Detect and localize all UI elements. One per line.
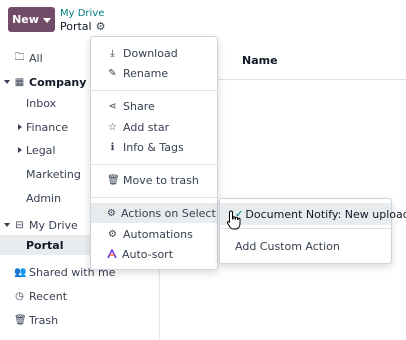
star-icon: ☆	[108, 121, 117, 133]
sidebar-item-label: My Drive	[29, 218, 78, 232]
menu-item-move-to-trash[interactable]: 🗑 Move to trash	[91, 170, 217, 190]
sidebar-item-label: All	[29, 51, 43, 65]
gear-icon: ⚙	[108, 228, 117, 240]
sidebar-item-inbox[interactable]: Inbox	[26, 93, 56, 113]
users-icon: 👥	[14, 266, 27, 278]
trash-icon: 🗑	[14, 314, 27, 326]
sidebar-item-admin[interactable]: Admin	[26, 188, 61, 208]
hdd-icon: ⊟	[15, 219, 24, 231]
building-icon: ▦	[14, 76, 25, 88]
gear-icon[interactable]: ⚙	[96, 20, 106, 33]
sidebar-item-my-drive[interactable]: ⊟ My Drive	[4, 215, 78, 235]
menu-item-label: Share	[123, 99, 155, 113]
top-bar: New My Drive Portal ⚙	[0, 0, 406, 40]
sidebar-item-company[interactable]: ▦ Company	[4, 72, 86, 92]
sidebar-item-label: Trash	[29, 313, 59, 327]
caret-down-icon	[42, 17, 51, 23]
submenu-divider	[220, 228, 391, 229]
folder-icon: 🗀	[14, 51, 25, 63]
menu-item-rename[interactable]: ✎ Rename	[91, 63, 217, 83]
sidebar-item-label: Company	[29, 75, 87, 89]
share-icon: ⋖	[108, 100, 117, 112]
menu-item-label: Automations	[123, 227, 193, 241]
edit-icon: ✎	[108, 67, 117, 79]
sidebar-item-label: Portal	[26, 238, 64, 252]
menu-divider	[91, 164, 217, 165]
breadcrumb-current: Portal ⚙	[60, 20, 105, 33]
menu-item-label: Download	[123, 46, 178, 60]
sidebar-item-label: Legal	[26, 143, 56, 157]
hand-cursor-icon	[226, 210, 242, 230]
menu-item-add-star[interactable]: ☆ Add star	[91, 117, 217, 137]
menu-divider	[91, 90, 217, 91]
submenu-item-label: Add Custom Action	[235, 239, 340, 253]
clock-icon: ◷	[15, 290, 24, 302]
menu-item-label: Info & Tags	[123, 140, 184, 154]
breadcrumb-current-label: Portal	[60, 20, 92, 33]
menu-item-label: Actions on Select	[120, 206, 216, 220]
menu-item-info-tags[interactable]: ℹ Info & Tags	[91, 137, 217, 157]
menu-item-label: Auto-sort	[122, 247, 174, 261]
actions-on-select-submenu: ✓ Document Notify: New upload Add Custom…	[219, 198, 406, 264]
caret-right-icon[interactable]	[18, 124, 22, 130]
menu-item-download[interactable]: ⤓ Download	[91, 43, 217, 63]
sidebar-item-finance[interactable]: Finance	[18, 117, 68, 137]
menu-item-automations[interactable]: ⚙ Automations	[91, 224, 217, 244]
caret-down-icon[interactable]	[4, 223, 10, 227]
menu-item-auto-sort[interactable]: Auto-sort	[91, 244, 217, 264]
ai-sort-icon	[107, 248, 117, 259]
sidebar-item-label: Inbox	[26, 96, 57, 110]
download-icon: ⤓	[110, 47, 115, 59]
submenu-item-label: Document Notify: New upload	[245, 207, 406, 221]
sidebar-item-marketing[interactable]: Marketing	[26, 164, 81, 184]
sidebar-item-recent[interactable]: ◷ Recent	[14, 286, 67, 306]
menu-item-label: Move to trash	[123, 173, 199, 187]
new-button-label: New	[12, 13, 39, 26]
column-header-name[interactable]: Name	[242, 54, 278, 67]
sidebar-item-legal[interactable]: Legal	[18, 140, 55, 160]
sidebar-item-label: Marketing	[26, 167, 81, 181]
menu-item-label: Add star	[123, 120, 170, 134]
menu-item-label: Rename	[123, 66, 169, 80]
menu-item-share[interactable]: ⋖ Share	[91, 96, 217, 116]
submenu-item-document-notify[interactable]: ✓ Document Notify: New upload	[220, 203, 406, 225]
sidebar-item-label: Recent	[29, 289, 68, 303]
info-icon: ℹ	[110, 141, 115, 153]
menu-item-actions-on-select[interactable]: ⚙ Actions on Select	[91, 203, 228, 223]
breadcrumb-parent[interactable]: My Drive	[60, 8, 104, 19]
sidebar-item-label: Admin	[26, 191, 62, 205]
caret-right-icon[interactable]	[18, 147, 22, 153]
sidebar-item-trash[interactable]: 🗑 Trash	[14, 310, 58, 330]
submenu-item-add-custom-action[interactable]: Add Custom Action	[220, 235, 391, 257]
actions-dropdown-menu: ⤓ Download ✎ Rename ⋖ Share ☆ Add star ℹ…	[90, 36, 228, 270]
new-button[interactable]: New	[8, 7, 55, 32]
sidebar-item-all[interactable]: 🗀 All	[14, 48, 43, 68]
sidebar-item-label: Finance	[26, 120, 69, 134]
trash-icon: 🗑	[107, 174, 120, 186]
gear-icon: ⚙	[107, 207, 116, 219]
menu-divider	[91, 197, 217, 198]
caret-down-icon[interactable]	[4, 80, 10, 84]
